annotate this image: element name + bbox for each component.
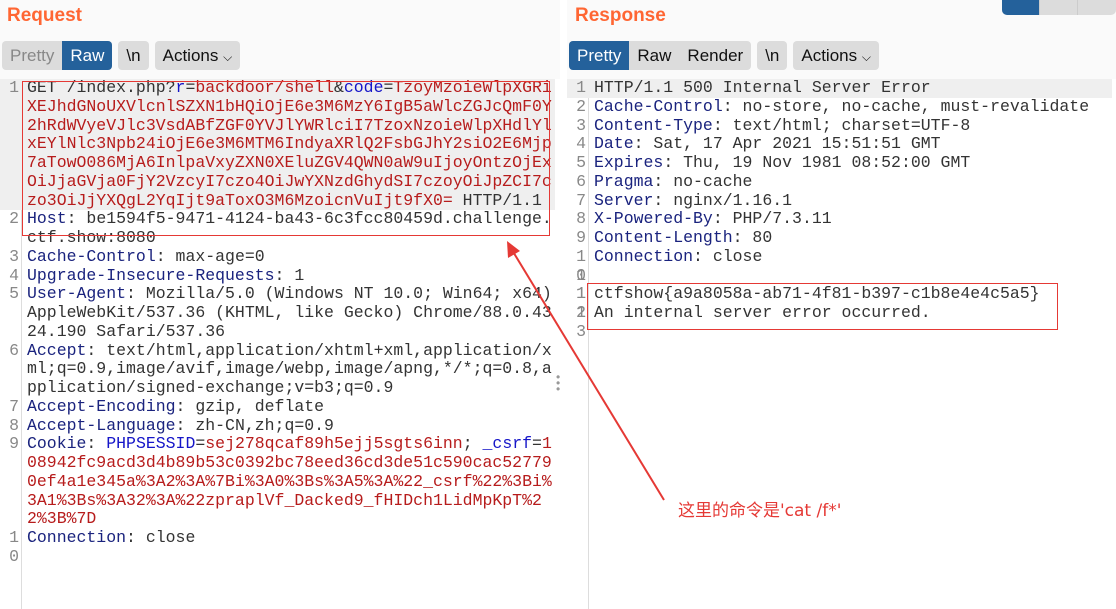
arrow-line [511, 249, 665, 501]
annotation-arrow [507, 241, 665, 501]
annotation-text: 这里的命令是'cat /f*' [678, 501, 842, 521]
arrow-head-icon [507, 241, 520, 258]
